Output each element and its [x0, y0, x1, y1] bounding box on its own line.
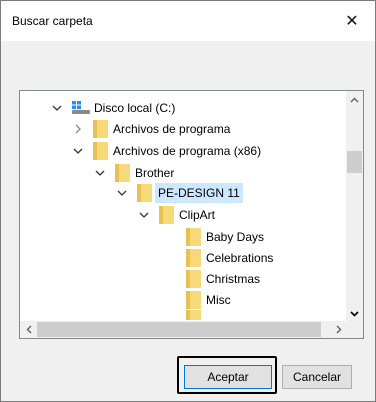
- tree-item-celebrations[interactable]: Celebrations: [186, 247, 273, 269]
- folder-icon: [186, 249, 201, 267]
- title-bar: Buscar carpeta ✕: [1, 1, 375, 41]
- tree-item-label: Archivos de programa: [113, 122, 231, 136]
- tree-item-christmas[interactable]: Christmas: [186, 268, 260, 290]
- folder-icon: [186, 291, 201, 309]
- tree-item-label: Disco local (C:): [94, 101, 176, 115]
- folder-icon: [186, 270, 201, 288]
- tree-item-archivos-de-programa[interactable]: Archivos de programa: [72, 118, 230, 140]
- close-button[interactable]: ✕: [329, 1, 375, 41]
- tree-item-label: Christmas: [206, 272, 261, 286]
- folder-icon: [115, 164, 130, 182]
- chevron-right-icon: [336, 325, 341, 334]
- horizontal-scroll-thumb[interactable]: [37, 322, 321, 337]
- folder-icon: [159, 206, 174, 224]
- chevron-down-icon[interactable]: [72, 145, 84, 157]
- tree-item-clipart[interactable]: ClipArt: [138, 204, 215, 226]
- folder-icon: [186, 228, 201, 246]
- folder-icon: [93, 120, 108, 138]
- tree-item-disco-local[interactable]: Disco local (C:): [51, 97, 175, 119]
- folder-icon: [186, 310, 201, 320]
- tree-item-brother[interactable]: Brother: [94, 162, 174, 184]
- scroll-left-button[interactable]: [20, 321, 37, 338]
- chevron-down-icon[interactable]: [116, 187, 128, 199]
- ok-button[interactable]: Aceptar: [184, 365, 272, 389]
- cancel-button[interactable]: Cancelar: [282, 365, 352, 389]
- folder-icon: [137, 184, 152, 202]
- chevron-down-icon[interactable]: [94, 167, 106, 179]
- tree-item-archivos-de-programa-x86[interactable]: Archivos de programa (x86): [72, 140, 261, 162]
- tree-item-baby-days[interactable]: Baby Days: [186, 226, 264, 248]
- chevron-down-icon[interactable]: [51, 102, 63, 114]
- scrollbar-corner: [346, 321, 363, 338]
- chevron-down-icon[interactable]: [138, 209, 150, 221]
- vertical-scrollbar[interactable]: [346, 91, 363, 322]
- horizontal-scrollbar[interactable]: [20, 321, 347, 338]
- tree-item-partial: [186, 310, 206, 320]
- folder-icon: [93, 142, 108, 160]
- tree-item-label: Celebrations: [206, 251, 274, 265]
- vertical-scroll-thumb[interactable]: [347, 151, 362, 173]
- drive-icon: [72, 101, 90, 115]
- tree-item-label: Misc: [206, 293, 231, 307]
- tree-item-pe-design-11[interactable]: PE-DESIGN 11: [116, 182, 243, 204]
- dialog-title: Buscar carpeta: [12, 14, 93, 28]
- tree-item-misc[interactable]: Misc: [186, 289, 231, 311]
- chevron-up-icon: [350, 97, 359, 102]
- tree-item-label: PE-DESIGN 11: [155, 183, 243, 203]
- folder-tree[interactable]: Disco local (C:) Archivos de programa Ar…: [19, 90, 364, 339]
- chevron-left-icon: [26, 325, 31, 334]
- scroll-right-button[interactable]: [330, 321, 347, 338]
- tree-view: Disco local (C:) Archivos de programa Ar…: [20, 91, 347, 322]
- chevron-down-icon: [350, 310, 359, 317]
- close-icon: ✕: [345, 13, 359, 30]
- scroll-up-button[interactable]: [346, 91, 363, 108]
- tree-item-label: ClipArt: [179, 208, 216, 222]
- tree-item-label: Baby Days: [206, 230, 265, 244]
- tree-item-label: Archivos de programa (x86): [113, 144, 262, 158]
- browse-folder-dialog: Buscar carpeta ✕ Disco local (C:) Archiv…: [0, 0, 376, 402]
- chevron-right-icon[interactable]: [72, 123, 84, 135]
- tree-item-label: Brother: [135, 166, 175, 180]
- scroll-down-button[interactable]: [346, 305, 363, 322]
